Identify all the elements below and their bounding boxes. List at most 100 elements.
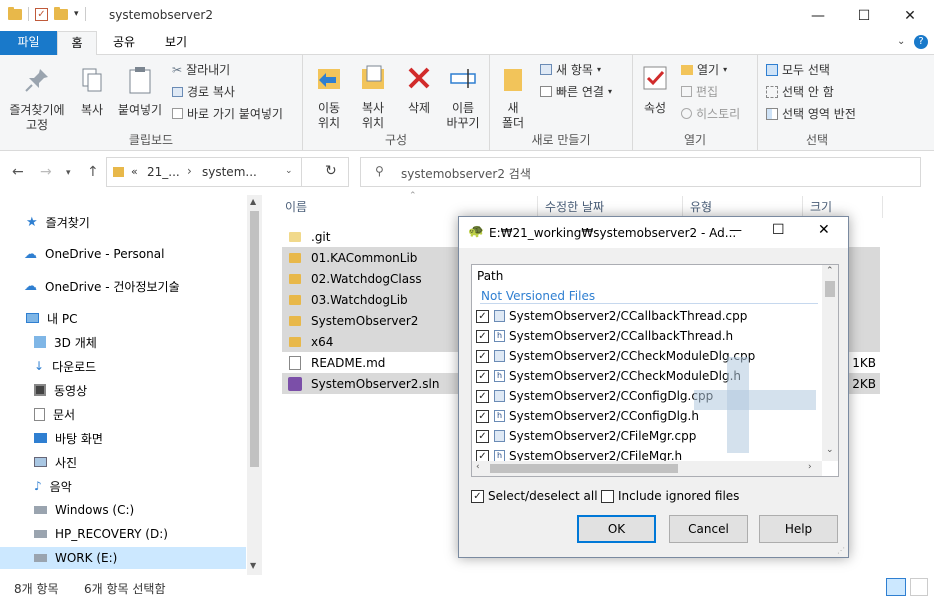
maximize-button[interactable]: ☐ — [772, 222, 785, 238]
checkbox[interactable]: ✓ — [476, 309, 489, 323]
checkbox[interactable] — [601, 489, 614, 503]
scroll-up-icon[interactable]: ▲ — [250, 197, 256, 206]
copy-to-button[interactable]: 복사 위치 — [353, 63, 393, 131]
column-header-type[interactable]: 유형 — [690, 198, 712, 215]
new-folder-button[interactable]: 새 폴더 — [498, 63, 528, 131]
customize-toolbar-icon[interactable]: ▾ — [74, 9, 79, 19]
pin-button[interactable]: 즐겨찾기에 고정 — [4, 65, 70, 133]
properties-icon[interactable]: ✓ — [35, 7, 48, 21]
sidebar-item-onedrive-business[interactable]: ☁ OneDrive - 건아정보기술 — [24, 275, 180, 297]
cut-button[interactable]: ✂ 잘라내기 — [172, 61, 230, 78]
cancel-button[interactable]: Cancel — [669, 515, 748, 543]
sidebar-item-drive-e[interactable]: WORK (E:) — [0, 547, 246, 569]
scrollbar-thumb[interactable] — [490, 464, 678, 473]
scrollbar-thumb[interactable] — [825, 281, 835, 297]
new-item-button[interactable]: 새 항목 ▾ — [540, 61, 601, 78]
checkbox[interactable]: ✓ — [476, 349, 489, 363]
list-scrollbar-vertical[interactable]: ⌃ ⌄ — [822, 265, 838, 461]
minimize-button[interactable]: — — [795, 0, 841, 31]
edit-button[interactable]: 편집 — [681, 83, 718, 100]
select-all-button[interactable]: 모두 선택 — [766, 61, 830, 78]
up-icon[interactable]: ↑ — [87, 164, 99, 180]
properties-button[interactable]: 속성 — [639, 63, 671, 116]
sidebar-item-drive-d[interactable]: HP_RECOVERY (D:) — [34, 523, 168, 545]
address-bar[interactable]: « 21_... › system... ⌄ ↻ — [106, 157, 349, 187]
column-header-name[interactable]: 이름 — [285, 198, 307, 215]
paste-shortcut-button[interactable]: 바로 가기 붙여넣기 — [172, 105, 283, 122]
list-item[interactable]: ✓ h SystemObserver2/CCheckModuleDlg.h — [472, 366, 822, 386]
close-button[interactable]: ✕ — [818, 222, 830, 238]
sidebar-item-pictures[interactable]: 사진 — [34, 451, 77, 473]
sidebar-item-3d-objects[interactable]: 3D 개체 — [34, 331, 97, 353]
overflow-icon[interactable]: « — [131, 165, 138, 178]
checkbox[interactable]: ✓ — [476, 429, 489, 443]
column-header-size[interactable]: 크기 — [810, 198, 832, 215]
tab-view[interactable]: 보기 — [151, 31, 201, 55]
help-icon[interactable]: ? — [914, 35, 928, 49]
search-box[interactable]: ⚲ systemobserver2 검색 — [360, 157, 921, 187]
sidebar-item-onedrive-personal[interactable]: ☁ OneDrive - Personal — [24, 243, 164, 265]
maximize-button[interactable]: ☐ — [841, 0, 887, 31]
address-dropdown-icon[interactable]: ⌄ — [285, 166, 293, 176]
easy-access-button[interactable]: 빠른 연결 ▾ — [540, 83, 612, 100]
tab-share[interactable]: 공유 — [101, 31, 147, 55]
sidebar-item-downloads[interactable]: ↓ 다운로드 — [34, 355, 96, 377]
file-list-box[interactable]: Path Not Versioned Files ✓ SystemObserve… — [471, 264, 839, 477]
checkbox[interactable]: ✓ — [476, 389, 489, 403]
sidebar-item-music[interactable]: ♪ 음악 — [34, 475, 72, 497]
sidebar-item-documents[interactable]: 문서 — [34, 403, 75, 425]
sidebar-item-videos[interactable]: 동영상 — [34, 379, 87, 401]
paste-button[interactable]: 붙여넣기 — [114, 65, 166, 118]
select-all-checkbox[interactable]: ✓ Select/deselect all — [471, 489, 598, 503]
list-item[interactable]: ✓ SystemObserver2/CCheckModuleDlg.cpp — [472, 346, 822, 366]
select-none-button[interactable]: 선택 안 함 — [766, 83, 834, 100]
sidebar-scrollbar[interactable]: ▲ ▼ — [247, 195, 262, 575]
move-to-button[interactable]: 이동 위치 — [309, 63, 349, 131]
sidebar-item-drive-c[interactable]: Windows (C:) — [34, 499, 134, 521]
checkbox[interactable]: ✓ — [471, 489, 484, 503]
forward-icon[interactable]: → — [40, 164, 52, 180]
list-item[interactable]: ✓ h SystemObserver2/CCallbackThread.h — [472, 326, 822, 346]
new-folder-icon[interactable] — [54, 6, 68, 20]
resize-grip-icon[interactable]: ⋰ — [837, 546, 845, 555]
include-ignored-checkbox[interactable]: Include ignored files — [601, 489, 739, 503]
large-icons-view-icon[interactable] — [910, 578, 928, 596]
column-header-modified[interactable]: 수정한 날짜 — [545, 198, 604, 215]
collapse-ribbon-icon[interactable]: ⌄ — [897, 36, 905, 47]
checkbox[interactable]: ✓ — [476, 369, 489, 383]
recent-locations-icon[interactable]: ▾ — [66, 168, 71, 178]
scroll-down-icon[interactable]: ▼ — [250, 561, 256, 570]
scroll-down-icon[interactable]: ⌄ — [826, 445, 834, 455]
tab-file[interactable]: 파일 — [0, 31, 57, 55]
scroll-right-icon[interactable]: › — [808, 462, 812, 472]
minimize-button[interactable]: — — [729, 223, 742, 238]
column-header-path[interactable]: Path — [477, 269, 503, 283]
invert-selection-button[interactable]: 선택 영역 반전 — [766, 105, 856, 122]
close-button[interactable]: ✕ — [887, 0, 933, 31]
open-button[interactable]: 열기 ▾ — [681, 61, 727, 78]
list-item[interactable]: ✓ SystemObserver2/CFileMgr.cpp — [472, 426, 822, 446]
checkbox[interactable]: ✓ — [476, 409, 489, 423]
sidebar-item-quick-access[interactable]: ★ 즐겨찾기 — [26, 211, 90, 233]
list-scrollbar-horizontal[interactable]: ‹ › — [472, 461, 822, 476]
copy-button[interactable]: 복사 — [74, 65, 110, 118]
sidebar-item-desktop[interactable]: 바탕 화면 — [34, 427, 103, 449]
tab-home[interactable]: 홈 — [57, 31, 97, 56]
delete-button[interactable]: 삭제 — [401, 63, 437, 116]
details-view-icon[interactable] — [886, 578, 906, 596]
list-item[interactable]: ✓ SystemObserver2/CCallbackThread.cpp — [472, 306, 822, 326]
help-button[interactable]: Help — [759, 515, 838, 543]
sidebar-item-this-pc[interactable]: 내 PC — [26, 307, 77, 329]
back-icon[interactable]: ← — [12, 164, 24, 180]
history-button[interactable]: 히스토리 — [681, 105, 740, 122]
scroll-left-icon[interactable]: ‹ — [476, 462, 480, 472]
ok-button[interactable]: OK — [577, 515, 656, 543]
checkbox[interactable]: ✓ — [476, 329, 489, 343]
scrollbar-thumb[interactable] — [250, 211, 259, 467]
rename-button[interactable]: 이름 바꾸기 — [441, 63, 485, 131]
breadcrumb-item[interactable]: 21_... — [147, 165, 180, 179]
copy-path-button[interactable]: 경로 복사 — [172, 83, 235, 100]
refresh-icon[interactable]: ↻ — [325, 163, 337, 179]
scroll-up-icon[interactable]: ⌃ — [826, 266, 834, 276]
breadcrumb-item[interactable]: system... — [202, 165, 257, 179]
